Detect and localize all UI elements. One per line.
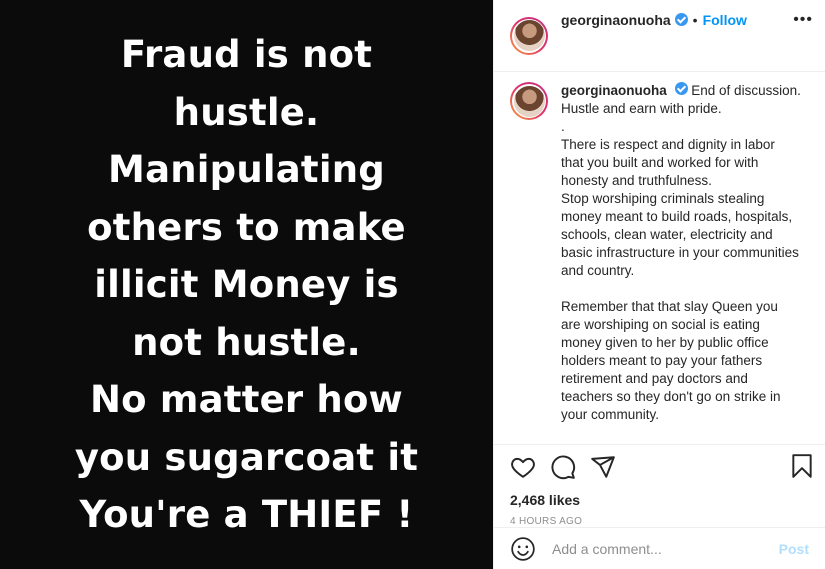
image-text-line: Manipulating [108,148,385,191]
verified-badge-icon [674,13,688,26]
verified-badge-icon [674,82,688,95]
post-comment-button[interactable]: Post [779,541,809,557]
image-text-line: not hustle. [132,320,361,364]
caption-username[interactable]: georginaonuoha [561,83,667,98]
caption-text: georginaonuoha End of discussion. Hustle… [561,82,801,424]
header-separator: • [692,11,698,28]
avatar-image [513,85,545,117]
avatar[interactable] [510,16,548,55]
add-comment-bar: Post [494,527,825,569]
post-image[interactable]: Fraud is not hustle. Manipulating others… [0,0,493,569]
comment-input[interactable] [550,539,779,558]
header-username[interactable]: georginaonuoha [561,12,671,28]
share-icon[interactable] [590,454,616,480]
post-modal: Fraud is not hustle. Manipulating others… [0,0,825,569]
caption-paragraph: Remember that that slay Queen you are wo… [561,299,781,422]
heart-icon[interactable] [510,454,536,480]
caption-paragraph: . [561,119,565,134]
image-text-line: others to make [87,205,406,249]
image-text-line: illicit Money is [94,263,399,306]
avatar-border [512,18,546,53]
avatar[interactable] [510,82,548,120]
more-options-icon[interactable]: ••• [793,10,813,30]
avatar-border [512,84,546,118]
caption-area: georginaonuoha End of discussion. Hustle… [494,72,825,444]
image-text-line: You're a THIEF ! [79,493,414,536]
post-timestamp[interactable]: 4 HOURS AGO [494,508,825,527]
image-text-line: you sugarcoat it [74,435,419,479]
follow-button[interactable]: Follow [703,12,747,28]
avatar-image [513,20,545,51]
post-image-text: Fraud is not hustle. Manipulating others… [75,26,418,544]
comment-icon[interactable] [550,454,576,480]
image-text-line: Fraud is not [120,33,373,76]
action-bar [494,444,825,488]
caption-paragraph: There is respect and dignity in labor th… [561,137,775,188]
likes-count[interactable]: 2,468 likes [494,488,825,508]
emoji-icon[interactable] [510,536,536,562]
image-text-line: hustle. [173,90,320,134]
post-header: georginaonuoha • Follow ••• [494,0,825,72]
caption-paragraph: Stop worshiping criminals stealing money… [561,191,799,278]
bookmark-icon[interactable] [789,453,815,479]
caption-first-paragraph: georginaonuoha End of discussion. Hustle… [561,82,801,118]
image-text-line: No matter how [90,378,403,421]
header-user: georginaonuoha • Follow [561,12,747,28]
post-sidebar: georginaonuoha • Follow ••• georginaonuo… [493,0,825,569]
